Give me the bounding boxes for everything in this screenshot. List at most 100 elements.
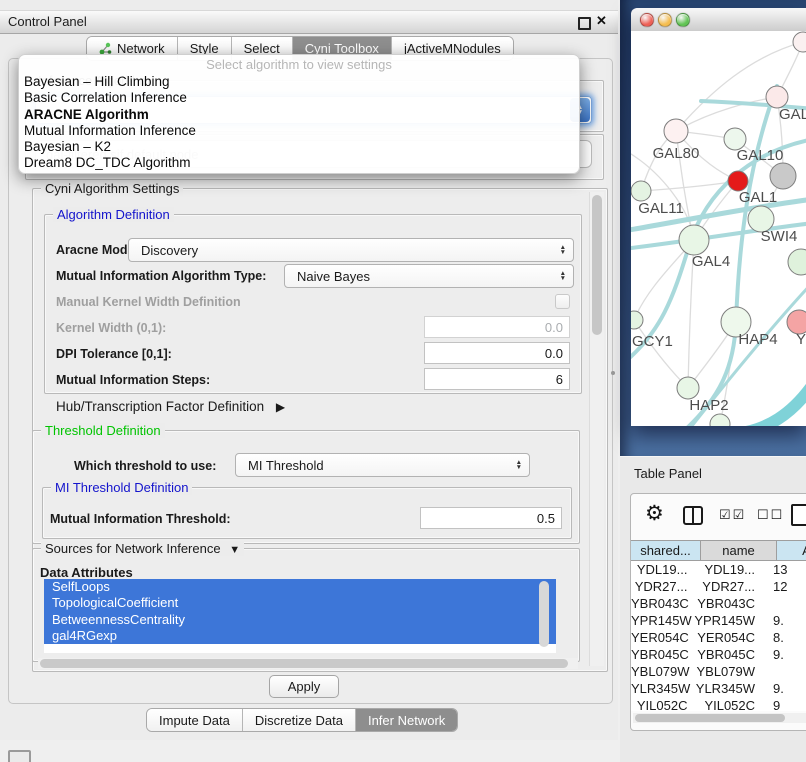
network-node-gal[interactable]: [766, 86, 788, 108]
node-label: HAP4: [738, 331, 777, 348]
gear-icon[interactable]: ⚙: [645, 501, 664, 526]
bottom-tab-impute-data[interactable]: Impute Data: [147, 709, 243, 731]
sources-group-label[interactable]: Sources for Network Inference ▼: [41, 541, 244, 556]
mi-threshold-input[interactable]: 0.5: [420, 507, 562, 529]
columns-icon[interactable]: [683, 506, 703, 525]
table-row[interactable]: YBR043CYBR043C: [631, 595, 806, 612]
table-cell: YDL19...: [692, 561, 759, 578]
node-label: HAP2: [689, 397, 728, 414]
algorithm-item-aracne-algorithm[interactable]: ARACNE Algorithm: [19, 107, 579, 123]
bottom-tab-label: Discretize Data: [255, 713, 343, 728]
node-label: GAL11: [638, 200, 684, 217]
table-row[interactable]: YDL19...YDL19...13: [631, 561, 806, 578]
node-label: Y: [796, 331, 806, 348]
column-header-a[interactable]: A: [777, 540, 806, 561]
mi-threshold-group-label: MI Threshold Definition: [51, 480, 192, 495]
table-cell: YDL19...: [631, 561, 692, 578]
table-row[interactable]: YIL052CYIL052C9: [631, 697, 806, 711]
bottom-tab-infer-network[interactable]: Infer Network: [356, 709, 457, 731]
mi-type-value: Naive Bayes: [297, 269, 370, 284]
column-header-shared[interactable]: shared...: [631, 540, 701, 561]
algorithm-item-mutual-information-inference[interactable]: Mutual Information Inference: [19, 123, 579, 139]
table-cell: YPR145W: [631, 612, 692, 629]
network-node-hap2[interactable]: [677, 377, 699, 399]
window-minimize-button[interactable]: [658, 13, 672, 27]
spinner-icon: ▲▼: [560, 245, 573, 256]
algorithm-item-dream8-dc-tdc-algorithm[interactable]: Dream8 DC_TDC Algorithm: [19, 155, 579, 171]
table-cell: 9.: [759, 612, 806, 629]
table-horizontal-scrollbar[interactable]: [633, 713, 806, 723]
column-header-name[interactable]: name: [701, 540, 777, 561]
expand-right-icon: ▶: [276, 400, 285, 414]
table-cell: YER054C: [692, 629, 759, 646]
dpi-tolerance-label: DPI Tolerance [0,1]:: [56, 347, 172, 361]
network-node[interactable]: [788, 249, 806, 275]
network-node[interactable]: [770, 163, 796, 189]
manual-kernel-checkbox[interactable]: [555, 294, 570, 309]
table-panel: Table Panel ⚙ ☑☑ ☐☐ shared...nameA YDL19…: [620, 456, 806, 762]
node-label: GAL: [779, 106, 806, 123]
kernel-width-input[interactable]: 0.0: [424, 316, 570, 338]
network-node-gcy1[interactable]: [631, 311, 643, 329]
unselect-all-checks-icon[interactable]: ☐☐: [757, 507, 784, 523]
network-node[interactable]: [710, 414, 730, 426]
mi-steps-input[interactable]: 6: [424, 368, 570, 390]
dpi-tolerance-input[interactable]: 0.0: [424, 342, 570, 364]
table-row[interactable]: YLR345WYLR345W9.: [631, 680, 806, 697]
corner-button[interactable]: [8, 750, 31, 762]
table-cell: YBR045C: [631, 646, 692, 663]
algorithm-item-basic-correlation-inference[interactable]: Basic Correlation Inference: [19, 90, 579, 106]
table-cell: YBR045C: [692, 646, 759, 663]
table-cell: [759, 663, 806, 680]
network-graph: GALGAL80GAL10GAL1GAL11GAL4SWI4GCY1HAP4YH…: [631, 31, 806, 426]
network-window-titlebar[interactable]: [631, 8, 806, 32]
network-edge: [634, 320, 688, 388]
which-threshold-combo[interactable]: MI Threshold ▲▼: [235, 453, 530, 477]
mi-threshold-label: Mutual Information Threshold:: [50, 512, 231, 526]
hub-definition-toggle[interactable]: Hub/Transcription Factor Definition ▶: [56, 399, 285, 414]
table-row[interactable]: YDR27...YDR27...12: [631, 578, 806, 595]
close-icon[interactable]: ✕: [596, 13, 607, 29]
mi-type-combo[interactable]: Naive Bayes ▲▼: [284, 264, 574, 288]
data-attributes-list: SelfLoopsTopologicalCoefficientBetweenne…: [44, 579, 556, 653]
table-row[interactable]: YBL079WYBL079W: [631, 663, 806, 680]
new-table-icon[interactable]: [791, 504, 806, 526]
attribute-item-gal4rgexp[interactable]: gal4RGexp: [44, 628, 556, 644]
attribute-item-betweennesscentrality[interactable]: BetweennessCentrality: [44, 612, 556, 628]
select-all-checks-icon[interactable]: ☑☑: [719, 507, 746, 523]
attribute-item-selfloops[interactable]: SelfLoops: [44, 579, 556, 595]
network-node-gal11[interactable]: [631, 181, 651, 201]
algorithm-item-bayesian-hill-climbing[interactable]: Bayesian – Hill Climbing: [19, 74, 579, 90]
aracne-mode-combo[interactable]: Discovery ▲▼: [128, 238, 574, 262]
network-canvas[interactable]: GALGAL80GAL10GAL1GAL11GAL4SWI4GCY1HAP4YH…: [631, 31, 806, 426]
apply-button[interactable]: Apply: [269, 675, 339, 698]
settings-horizontal-scrollbar[interactable]: [38, 658, 578, 669]
network-node-gal80[interactable]: [664, 119, 688, 143]
window-close-button[interactable]: [640, 13, 654, 27]
control-panel: Control Panel ✕ NetworkStyleSelectCyni T…: [0, 0, 618, 740]
table-row[interactable]: YPR145WYPR145W9.: [631, 612, 806, 629]
attributes-scrollbar[interactable]: [538, 581, 551, 649]
table-cell: [759, 595, 806, 612]
settings-vertical-scrollbar[interactable]: [589, 192, 604, 666]
float-window-icon[interactable]: [578, 17, 591, 30]
panel-title: Control Panel: [8, 14, 87, 29]
network-node-gal4[interactable]: [679, 225, 709, 255]
table-cell: YBR043C: [631, 595, 692, 612]
window-zoom-button[interactable]: [676, 13, 690, 27]
network-window[interactable]: GALGAL80GAL10GAL1GAL11GAL4SWI4GCY1HAP4YH…: [631, 8, 806, 426]
table-rows: YDL19...YDL19...13YDR27...YDR27...12YBR0…: [631, 561, 806, 711]
table-cell: YPR145W: [692, 612, 759, 629]
table-row[interactable]: YBR045CYBR045C9.: [631, 646, 806, 663]
table-cell: 13: [759, 561, 806, 578]
table-cell: YIL052C: [631, 697, 692, 711]
splitter-grip[interactable]: [611, 371, 615, 375]
algorithm-item-bayesian-k2[interactable]: Bayesian – K2: [19, 139, 579, 155]
bottom-tab-label: Infer Network: [368, 713, 445, 728]
table-row[interactable]: YER054CYER054C8.: [631, 629, 806, 646]
network-node[interactable]: [793, 32, 806, 52]
bottom-tab-discretize-data[interactable]: Discretize Data: [243, 709, 356, 731]
attribute-item-topologicalcoefficient[interactable]: TopologicalCoefficient: [44, 595, 556, 611]
aracne-mode-label: Aracne Mode:: [56, 243, 139, 257]
network-node-gal1[interactable]: [728, 171, 748, 191]
